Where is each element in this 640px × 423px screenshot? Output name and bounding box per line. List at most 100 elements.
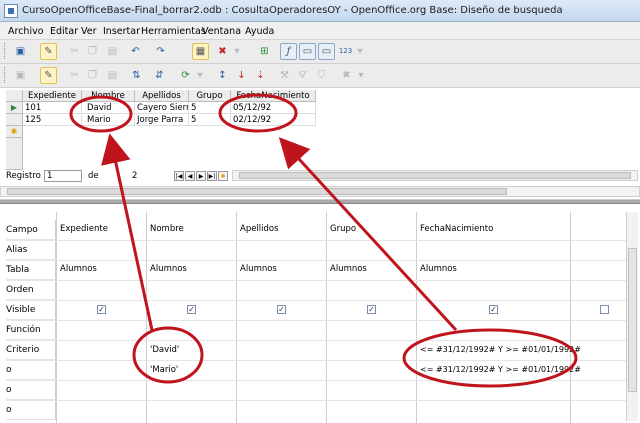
table-cell[interactable]: 05/12/92 — [231, 102, 316, 114]
menu-ayuda[interactable]: Ayuda — [245, 26, 274, 37]
scroll-thumb[interactable] — [628, 248, 637, 392]
scroll-thumb[interactable] — [7, 188, 507, 195]
sort-icon[interactable]: ↕ — [214, 67, 231, 84]
standard-filter-icon[interactable]: ⛛ — [294, 67, 311, 84]
save-icon[interactable]: ▣ — [12, 67, 29, 84]
column-header-grupo[interactable]: Grupo — [189, 90, 231, 102]
save-icon[interactable]: ▣ — [12, 43, 29, 60]
field-cell[interactable]: Expediente — [60, 224, 108, 234]
cut-icon[interactable]: ✂ — [66, 67, 83, 84]
remove-filter-icon[interactable]: ⛉ — [313, 67, 330, 84]
criteria-cell[interactable]: <= #31/12/1992# Y >= #01/01/1992# — [420, 345, 581, 354]
chevron-down-icon[interactable]: ▾ — [233, 43, 241, 60]
new-row-indicator[interactable]: ✱ — [6, 126, 23, 138]
scroll-thumb[interactable] — [239, 172, 631, 179]
table-cell[interactable]: 125 — [23, 114, 82, 126]
first-record-icon[interactable]: |◀ — [174, 171, 184, 181]
table-cell[interactable]: 02/12/92 — [231, 114, 316, 126]
redo-icon[interactable]: ↷ — [152, 43, 169, 60]
record-number-field[interactable]: 1 — [44, 170, 82, 182]
menu-editar[interactable]: Editar — [50, 26, 78, 37]
last-record-icon[interactable]: ▶| — [207, 171, 217, 181]
table-cell[interactable]: Alumnos — [240, 264, 277, 274]
copy-icon[interactable]: ❐ — [84, 67, 101, 84]
menu-ventana[interactable]: Ventana — [202, 26, 241, 37]
row-label-criterio: Criterio — [6, 340, 56, 360]
table-cell[interactable]: Alumnos — [330, 264, 367, 274]
paste-icon[interactable]: ▤ — [104, 43, 121, 60]
copy-icon[interactable]: ❐ — [84, 43, 101, 60]
table-cell[interactable]: Alumnos — [60, 264, 97, 274]
design-view-icon[interactable]: ▦ — [192, 43, 209, 60]
table-cell[interactable]: 5 — [189, 114, 231, 126]
table-cell[interactable]: Alumnos — [150, 264, 187, 274]
record-total: 2 — [132, 171, 138, 181]
column-divider — [326, 212, 327, 423]
functions-icon[interactable]: ƒ — [280, 43, 297, 60]
toolbar-grip[interactable] — [4, 43, 7, 59]
cut-icon[interactable]: ✂ — [66, 43, 83, 60]
visible-checkbox[interactable] — [600, 305, 609, 314]
menu-herramientas[interactable]: Herramientas — [141, 26, 206, 37]
add-tables-icon[interactable]: ⊞ — [256, 43, 273, 60]
criteria-cell[interactable]: <= #31/12/1992# Y >= #01/01/1992# — [420, 365, 581, 374]
sort-asc-icon[interactable]: ⇅ — [128, 67, 145, 84]
alias-icon[interactable]: ▭ — [318, 43, 335, 60]
table-cell[interactable]: 101 — [23, 102, 82, 114]
field-cell[interactable]: FechaNacimiento — [420, 224, 493, 234]
field-cell[interactable]: Grupo — [330, 224, 356, 234]
edit-icon[interactable]: ✎ — [40, 43, 57, 60]
toolbar-grip[interactable] — [4, 67, 7, 83]
field-cell[interactable]: Apellidos — [240, 224, 279, 234]
criteria-cell[interactable]: 'Mario' — [150, 365, 178, 375]
sort-desc-icon[interactable]: ⇵ — [151, 67, 168, 84]
results-horizontal-scrollbar[interactable] — [232, 170, 638, 181]
grid-horizontal-scrollbar[interactable] — [0, 186, 640, 197]
delete-icon[interactable]: ✖ — [214, 43, 231, 60]
field-cell[interactable]: Nombre — [150, 224, 184, 234]
table-name-icon[interactable]: ▭ — [299, 43, 316, 60]
table-cell[interactable]: Cayero Sierra — [135, 102, 189, 114]
delete-record-icon[interactable]: ✖ — [338, 67, 355, 84]
chevron-down-icon[interactable]: ▾ — [357, 67, 365, 84]
menu-insertar[interactable]: Insertar — [103, 26, 140, 37]
table-cell[interactable]: Mario — [82, 114, 135, 126]
table-cell[interactable]: Alumnos — [420, 264, 457, 274]
current-row-indicator[interactable]: ▶ — [6, 102, 23, 114]
design-toolbar: ▣ ✎ ✂ ❐ ▤ ↶ ↷ ▦ ✖ ▾ ⊞ ƒ ▭ ▭ 123 ▾ — [0, 40, 640, 64]
filter-icon[interactable]: ⚒ — [276, 67, 293, 84]
visible-checkbox[interactable]: ✓ — [187, 305, 196, 314]
design-vertical-scrollbar[interactable] — [626, 212, 638, 421]
table-data-toolbar: ▣ ✎ ✂ ❐ ▤ ⇅ ⇵ ⟳ ▾ ↕ ↓ ⇣ ⚒ ⛛ ⛉ ✖ ▾ — [0, 64, 640, 88]
paste-icon[interactable]: ▤ — [104, 67, 121, 84]
row-header[interactable] — [6, 114, 23, 126]
visible-checkbox[interactable]: ✓ — [489, 305, 498, 314]
table-cell[interactable]: Jorge Parra — [135, 114, 189, 126]
row-header — [6, 138, 23, 170]
new-record-icon[interactable]: ✱ — [218, 171, 228, 181]
next-record-icon[interactable]: ▶ — [196, 171, 206, 181]
visible-checkbox[interactable]: ✓ — [277, 305, 286, 314]
previous-record-icon[interactable]: ◀ — [185, 171, 195, 181]
sort-desc-alt-icon[interactable]: ↓ — [233, 67, 250, 84]
row-label-o: o — [6, 360, 56, 380]
menu-ver[interactable]: Ver — [81, 26, 97, 37]
autofilter-icon[interactable]: ⇣ — [252, 67, 269, 84]
menu-archivo[interactable]: Archivo — [8, 26, 44, 37]
edit-icon[interactable]: ✎ — [40, 67, 57, 84]
row-divider — [6, 280, 626, 281]
column-header-nombre[interactable]: Nombre — [82, 90, 135, 102]
chevron-down-icon[interactable]: ▾ — [356, 43, 364, 60]
table-cell[interactable]: David — [82, 102, 135, 114]
column-header-fechanacimiento[interactable]: FechaNacimiento — [231, 90, 316, 102]
table-cell[interactable]: 5 — [189, 102, 231, 114]
refresh-icon[interactable]: ⟳ — [177, 67, 194, 84]
visible-checkbox[interactable]: ✓ — [367, 305, 376, 314]
criteria-cell[interactable]: 'David' — [150, 345, 179, 355]
column-header-expediente[interactable]: Expediente — [23, 90, 82, 102]
visible-checkbox[interactable]: ✓ — [97, 305, 106, 314]
distinct-values-icon[interactable]: 123 — [337, 43, 354, 60]
column-header-apellidos[interactable]: Apellidos — [135, 90, 189, 102]
chevron-down-icon[interactable]: ▾ — [196, 67, 204, 84]
undo-icon[interactable]: ↶ — [127, 43, 144, 60]
